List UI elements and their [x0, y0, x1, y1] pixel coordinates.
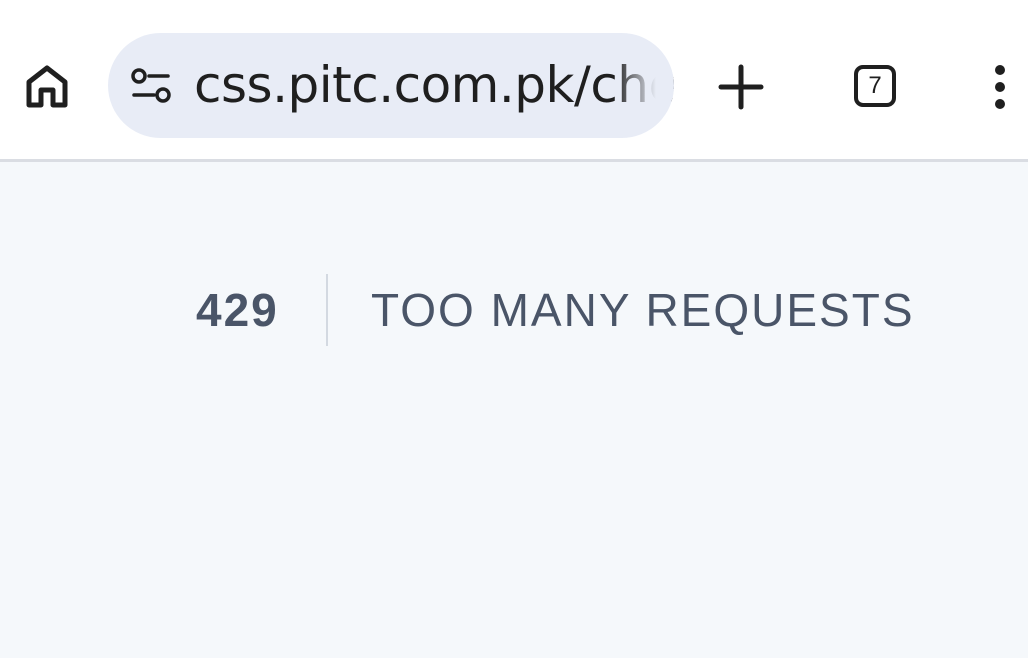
tab-switcher-icon: 7: [854, 65, 896, 107]
error-container: 429 TOO MANY REQUESTS: [0, 274, 1028, 346]
home-button[interactable]: [18, 57, 76, 115]
tune-icon: [131, 68, 171, 103]
tab-count: 7: [868, 72, 882, 99]
menu-button[interactable]: [980, 58, 1020, 116]
home-icon: [26, 65, 68, 108]
tab-switcher-button[interactable]: 7: [846, 57, 904, 115]
page-content: 429 TOO MANY REQUESTS: [0, 162, 1028, 658]
site-info-button[interactable]: [130, 67, 174, 105]
error-message: TOO MANY REQUESTS: [371, 284, 915, 336]
more-vertical-icon: [995, 65, 1005, 109]
address-bar[interactable]: css.pitc.com.pk/che: [108, 33, 674, 138]
new-tab-button[interactable]: [712, 58, 770, 116]
error-code: 429: [196, 284, 279, 336]
url-text[interactable]: css.pitc.com.pk/che: [194, 33, 674, 138]
error-divider: [326, 274, 328, 346]
url-fade: [614, 33, 674, 138]
plus-icon: [718, 64, 764, 110]
browser-toolbar: css.pitc.com.pk/che 7: [0, 0, 1028, 162]
